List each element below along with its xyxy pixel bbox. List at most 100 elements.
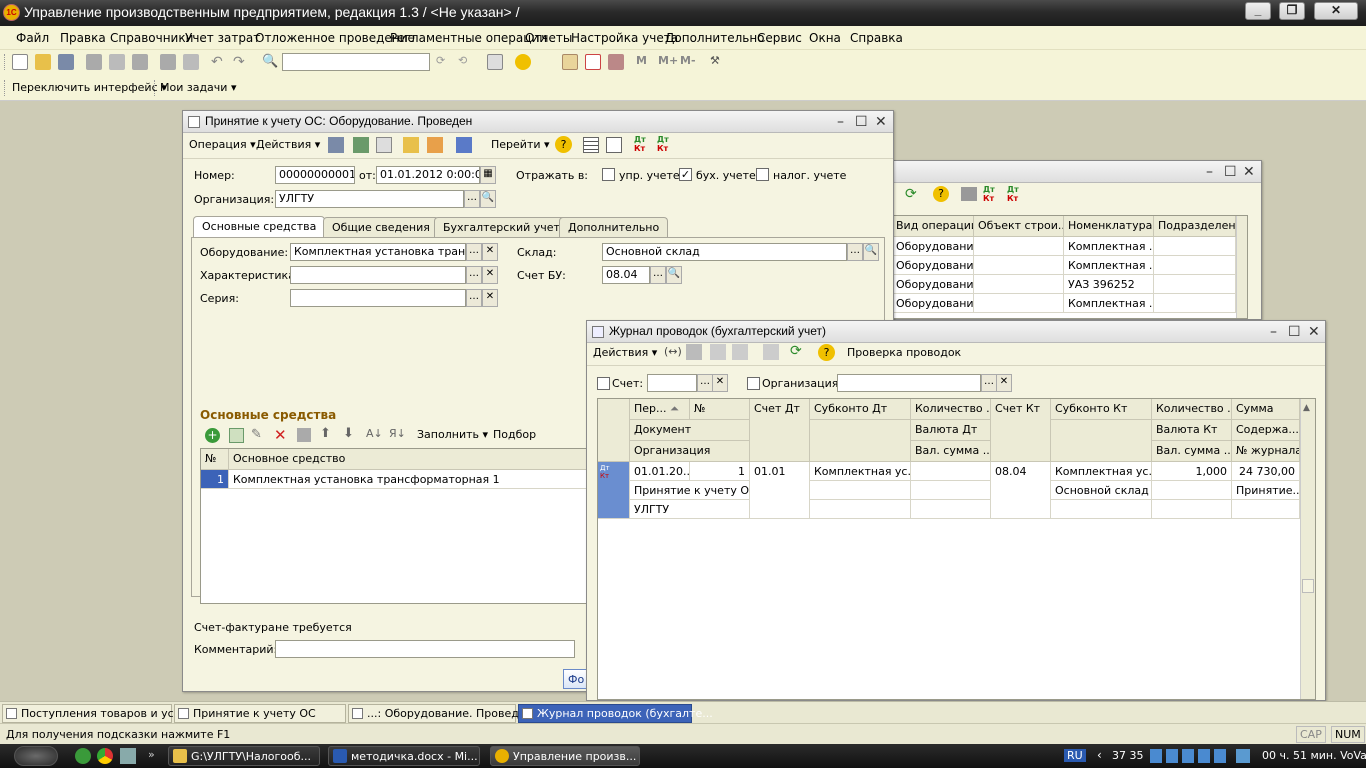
filter-value-icon[interactable] (710, 344, 726, 360)
fill-button[interactable]: Заполнить ▾ (417, 428, 488, 441)
table-cell[interactable] (810, 500, 911, 519)
col-qty-kt[interactable]: Количество ... (1152, 399, 1232, 420)
number-field[interactable]: 00000000001 (275, 166, 355, 184)
window-tab-journal[interactable]: Журнал проводок (бухгалте... (518, 704, 713, 723)
warehouse-field[interactable]: Основной склад (602, 243, 847, 261)
tab-general[interactable]: Общие сведения (323, 217, 439, 237)
account-filter-field[interactable] (647, 374, 697, 392)
find-next-icon[interactable]: ⟳ (436, 54, 452, 70)
col-subconto-kt[interactable]: Субконто Кт (1051, 399, 1152, 420)
memory-plus-icon[interactable]: M+ (658, 54, 678, 70)
tray-arrow-icon[interactable]: ‹ (1097, 748, 1102, 762)
end-edit-icon[interactable] (297, 428, 311, 442)
restore-button[interactable]: ❐ (1279, 2, 1305, 20)
col-val-sum-kt[interactable]: Вал. сумма ... (1152, 441, 1232, 462)
buh-checkbox[interactable]: ✓ (679, 168, 692, 181)
maximize-icon[interactable]: ☐ (855, 114, 868, 130)
table-cell[interactable] (1152, 481, 1232, 500)
refresh-icon[interactable]: ⟳ (905, 186, 921, 202)
table-cell[interactable]: Оборудование (892, 275, 974, 294)
org-select-button[interactable]: … (464, 190, 480, 208)
open-icon[interactable] (35, 54, 51, 70)
table-cell[interactable] (911, 462, 991, 481)
find-prev-icon[interactable]: ⟲ (458, 54, 474, 70)
check-entries-button[interactable]: Проверка проводок (847, 346, 961, 359)
table-cell[interactable]: Оборудование (892, 294, 974, 313)
redo-icon[interactable]: ↷ (233, 54, 249, 70)
info-icon[interactable] (515, 54, 531, 70)
dt-kt-tax-icon[interactable]: Дт Кт (1007, 185, 1019, 203)
col-account-kt[interactable]: Счет Кт (991, 399, 1051, 462)
comment-field[interactable] (275, 640, 575, 658)
minimize-icon[interactable]: – (1270, 324, 1277, 340)
print-icon[interactable] (961, 187, 977, 201)
entry-subconto-kt-cell[interactable]: Комплектная ус... (1051, 462, 1152, 481)
table-cell[interactable]: Комплектная ... (1064, 256, 1154, 275)
select-button[interactable]: Подбор (493, 428, 536, 441)
row-number-cell[interactable]: 1 (201, 470, 229, 489)
chrome-icon[interactable] (97, 748, 113, 764)
series-clear-icon[interactable]: ✕ (482, 289, 498, 307)
entry-subconto-kt-cell-2[interactable]: Основной склад (1051, 481, 1152, 500)
taskbar-item-word[interactable]: методичка.docx - Mi... (328, 746, 480, 766)
table-cell[interactable] (911, 500, 991, 519)
table-cell[interactable] (974, 275, 1064, 294)
close-icon[interactable]: ✕ (1308, 324, 1320, 340)
list-icon[interactable] (606, 137, 622, 153)
account-filter-select[interactable]: … (697, 374, 713, 392)
entry-sum-cell[interactable]: 24 730,00 (1232, 462, 1300, 481)
table-cell[interactable] (911, 481, 991, 500)
dt-kt-tax-icon[interactable]: Дт Кт (657, 135, 669, 153)
account-filter-checkbox[interactable] (597, 377, 610, 390)
minimize-icon[interactable]: – (1206, 164, 1213, 180)
equip-field[interactable]: Комплектная установка трансфо (290, 243, 466, 261)
menu-costs[interactable]: Учет затрат (185, 31, 260, 45)
table-cell[interactable] (1051, 500, 1152, 519)
menu-file[interactable]: Файл (16, 31, 49, 45)
sort-asc-icon[interactable]: A↓ (366, 427, 383, 440)
calculator-icon[interactable] (562, 54, 578, 70)
entry-org-cell[interactable]: УЛГТУ (630, 500, 750, 519)
close-icon[interactable]: ✕ (875, 114, 887, 130)
copy-row-icon[interactable] (229, 428, 244, 443)
entry-document-cell[interactable]: Принятие к учету О... (630, 481, 750, 500)
entry-content-cell[interactable]: Принятие... (1232, 481, 1300, 500)
close-icon[interactable]: ✕ (1243, 164, 1255, 180)
save-icon[interactable] (328, 137, 344, 153)
minimize-icon[interactable]: – (837, 114, 844, 130)
more-icon[interactable]: » (148, 748, 155, 761)
col-sum[interactable]: Сумма (1232, 399, 1300, 420)
close-button[interactable]: ✕ (1314, 2, 1358, 20)
org-filter-field[interactable] (837, 374, 981, 392)
table-cell[interactable]: Комплектная ... (1064, 294, 1154, 313)
entry-qty-kt-cell[interactable]: 1,000 (1152, 462, 1232, 481)
equip-select-button[interactable]: … (466, 243, 482, 261)
table-cell[interactable] (1152, 500, 1232, 519)
menu-settings[interactable]: Настройка учета (571, 31, 678, 45)
copy-doc-icon[interactable] (376, 137, 392, 153)
edit-icon[interactable]: ✎ (251, 427, 262, 442)
table-cell[interactable] (974, 294, 1064, 313)
warehouse-search-icon[interactable]: 🔍 (863, 243, 879, 261)
account-select-button[interactable]: … (650, 266, 666, 284)
date-field[interactable]: 01.01.2012 0:00:00 (376, 166, 480, 184)
table-cell[interactable] (1232, 500, 1300, 519)
search-input[interactable] (282, 53, 430, 71)
maximize-icon[interactable]: ☐ (1288, 324, 1301, 340)
account-field[interactable]: 08.04 (602, 266, 650, 284)
actions-menu-button[interactable]: Действия ▾ (593, 346, 657, 359)
my-tasks-button[interactable]: Мои задачи ▾ (160, 81, 236, 94)
table-cell[interactable] (1154, 256, 1236, 275)
window-tab-receipts[interactable]: Поступления товаров и услуг (2, 704, 193, 723)
table-cell[interactable] (1154, 294, 1236, 313)
switch-interface-button[interactable]: Переключить интерфейс ▾ (12, 81, 167, 94)
print-icon[interactable] (160, 54, 176, 70)
table-cell[interactable] (974, 256, 1064, 275)
col-qty-dt[interactable]: Количество ... (911, 399, 991, 420)
tab-fixed-assets[interactable]: Основные средства (193, 216, 326, 238)
col-content[interactable]: Содержа... (1232, 420, 1300, 441)
app-icon[interactable] (120, 748, 136, 764)
account-filter-clear-icon[interactable]: ✕ (712, 374, 728, 392)
start-button[interactable] (14, 746, 58, 766)
cut-icon[interactable] (86, 54, 102, 70)
